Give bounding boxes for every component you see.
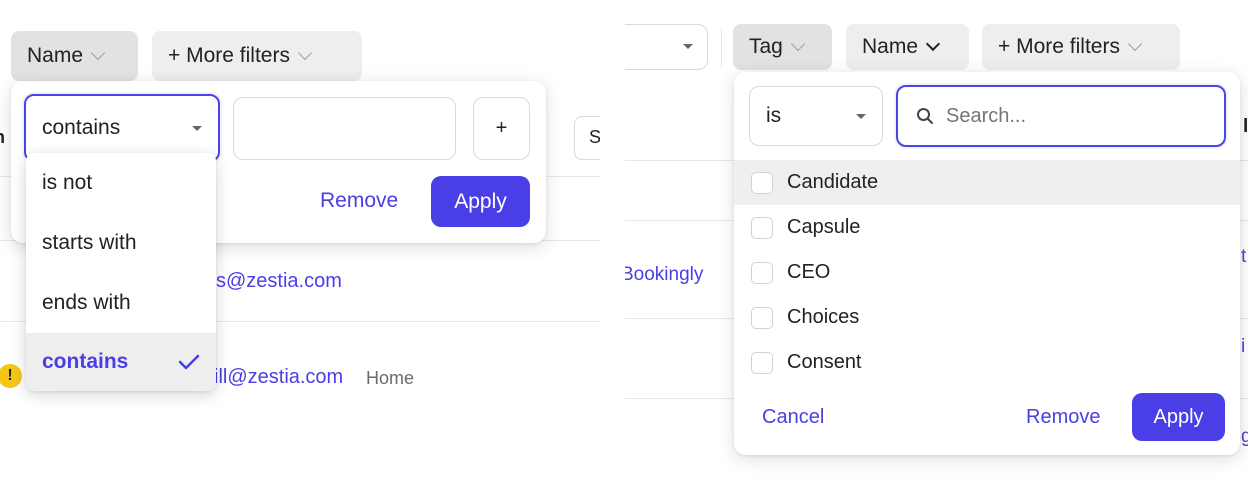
link-fragment[interactable]: g	[1241, 426, 1248, 448]
remove-button[interactable]: Remove	[1026, 406, 1100, 429]
select-fragment[interactable]	[625, 24, 708, 70]
remove-button[interactable]: Remove	[320, 189, 398, 213]
toolbar-separator	[721, 28, 722, 68]
tag-search-field[interactable]	[896, 85, 1226, 147]
chevron-down-icon	[1127, 36, 1143, 52]
menu-item-is-not[interactable]: is not	[26, 153, 216, 213]
warning-icon: !	[0, 364, 22, 388]
more-filters-chip[interactable]: + More filters	[152, 31, 362, 81]
chevron-down-icon	[925, 36, 941, 52]
checkbox[interactable]	[751, 261, 773, 284]
chevron-down-icon	[297, 45, 313, 61]
tag-filter-chip[interactable]: Tag	[733, 24, 832, 70]
operator-select[interactable]: contains	[24, 94, 220, 162]
tag-filter-popover: is Candidate Capsule CEO	[734, 72, 1240, 455]
chip-label: Name	[862, 35, 919, 58]
apply-button[interactable]: Apply	[431, 176, 530, 227]
plus-icon: +	[495, 117, 508, 139]
tag-option-candidate[interactable]: Candidate	[734, 160, 1240, 205]
checkbox[interactable]	[751, 171, 773, 194]
toolbar-button-fragment[interactable]: S	[574, 116, 600, 160]
add-condition-button[interactable]: +	[473, 97, 530, 160]
caret-down-icon	[192, 125, 202, 131]
search-input[interactable]	[946, 104, 1196, 128]
link-fragment[interactable]: t	[1241, 246, 1246, 268]
cancel-button[interactable]: Cancel	[762, 406, 824, 429]
chip-label: + More filters	[168, 44, 290, 67]
search-icon	[917, 108, 933, 124]
email-type-label: Home	[366, 368, 415, 388]
menu-item-starts-with[interactable]: starts with	[26, 213, 216, 273]
company-link[interactable]: Bookingly	[625, 264, 703, 286]
menu-item-contains[interactable]: contains	[26, 333, 216, 391]
table-header-fragment: l	[1243, 116, 1248, 137]
operator-select-value: contains	[42, 116, 121, 139]
checkbox[interactable]	[751, 216, 773, 239]
left-filter-panel: n S vs@zestia.com ill@zestia.com Home ! …	[0, 0, 600, 477]
filter-value-input[interactable]	[233, 97, 456, 160]
link-fragment[interactable]: i	[1241, 336, 1245, 358]
menu-item-ends-with[interactable]: ends with	[26, 273, 216, 333]
operator-select[interactable]: is	[749, 86, 883, 146]
chip-label: Name	[27, 44, 84, 67]
checkbox[interactable]	[751, 351, 773, 374]
checkbox[interactable]	[751, 306, 773, 329]
tag-options-list: Candidate Capsule CEO Choices Consent	[734, 160, 1240, 385]
checkmark-icon	[178, 354, 200, 370]
tag-option-choices[interactable]: Choices	[734, 295, 1240, 340]
contact-email[interactable]: vs@zestia.com	[206, 270, 342, 293]
operator-select-value: is	[766, 104, 782, 127]
caret-down-icon	[683, 44, 693, 49]
contact-email[interactable]: ill@zestia.com	[214, 366, 343, 389]
right-filter-panel: Bookingly t i g l Tag Name + More filter…	[625, 0, 1248, 477]
table-header-fragment: n	[0, 127, 5, 148]
more-filters-chip[interactable]: + More filters	[982, 24, 1180, 70]
tag-option-consent[interactable]: Consent	[734, 340, 1240, 385]
chevron-down-icon	[90, 45, 106, 61]
tag-option-ceo[interactable]: CEO	[734, 250, 1240, 295]
chevron-down-icon	[790, 36, 805, 52]
name-filter-chip[interactable]: Name	[846, 24, 969, 70]
operator-dropdown-menu: is not starts with ends with contains	[26, 153, 216, 391]
apply-button[interactable]: Apply	[1132, 393, 1225, 441]
name-filter-chip[interactable]: Name	[11, 31, 138, 81]
caret-down-icon	[856, 113, 866, 119]
chip-label: Tag	[749, 35, 783, 58]
tag-option-capsule[interactable]: Capsule	[734, 205, 1240, 250]
chip-label: + More filters	[998, 35, 1120, 58]
